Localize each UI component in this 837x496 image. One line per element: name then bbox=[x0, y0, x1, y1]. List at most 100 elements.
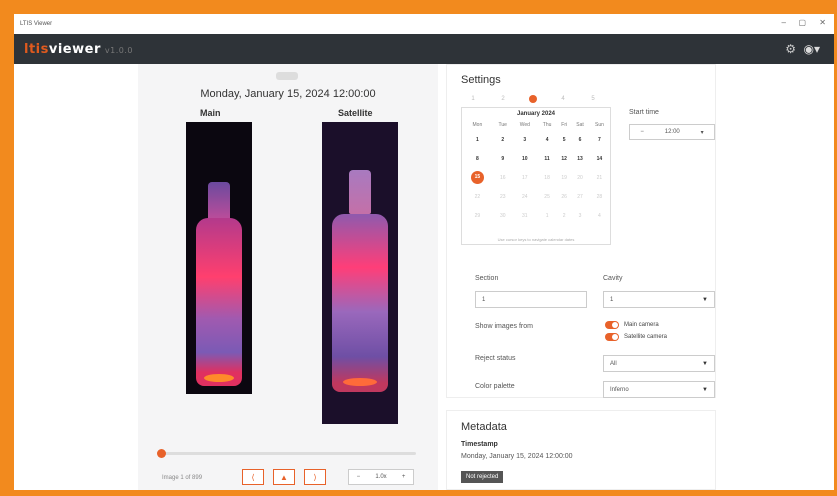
next-button[interactable]: ⟩ bbox=[304, 469, 326, 485]
cavity-select[interactable]: 1 ▼ bbox=[603, 291, 715, 308]
calendar-day[interactable]: 15 bbox=[462, 168, 493, 187]
date-calendar: January 2024 Mon Tue Wed Thu Fri Sat Sun 12345… bbox=[461, 107, 611, 245]
language-icon[interactable]: ◉▾ bbox=[804, 42, 821, 56]
calendar-day[interactable]: 16 bbox=[493, 168, 513, 187]
slider-knob[interactable] bbox=[157, 449, 166, 458]
calendar-day[interactable]: 26 bbox=[557, 187, 571, 206]
step-4[interactable]: 4 bbox=[559, 95, 567, 103]
calendar-day[interactable]: 6 bbox=[571, 130, 589, 149]
color-palette-select[interactable]: Inferno ▼ bbox=[603, 381, 715, 398]
calendar-day[interactable]: 8 bbox=[462, 149, 493, 168]
calendar-day[interactable]: 24 bbox=[513, 187, 537, 206]
main-camera-image[interactable] bbox=[186, 122, 252, 394]
weekday-header: Thu bbox=[542, 122, 552, 128]
calendar-day[interactable]: 2 bbox=[557, 206, 571, 225]
logo-version: v1.0.0 bbox=[104, 45, 133, 55]
prev-button[interactable]: ⟨ bbox=[242, 469, 264, 485]
weekday-header: Sat bbox=[576, 122, 584, 128]
minimize-icon[interactable]: – bbox=[782, 18, 786, 27]
section-input[interactable]: 1 bbox=[475, 291, 587, 308]
chevron-down-icon: ▼ bbox=[702, 296, 708, 303]
satellite-camera-toggle-row[interactable]: Satellite camera bbox=[605, 333, 667, 341]
weekday-header: Fri bbox=[561, 122, 568, 128]
logo-prefix: ltis bbox=[24, 41, 49, 57]
main-camera-label: Main bbox=[200, 108, 221, 118]
image-viewer: Monday, January 15, 2024 12:00:00 Main S… bbox=[138, 64, 438, 490]
step-5[interactable]: 5 bbox=[589, 95, 597, 103]
calendar-day[interactable]: 1 bbox=[462, 130, 493, 149]
section-label: Section bbox=[475, 275, 499, 282]
color-palette-label: Color palette bbox=[475, 383, 515, 390]
app-header: ltisviewer v1.0.0 ⚙ ◉▾ bbox=[14, 34, 834, 64]
calendar-day[interactable]: 2 bbox=[493, 130, 513, 149]
speed-decrease-button[interactable]: − bbox=[357, 474, 361, 480]
satellite-camera-image[interactable] bbox=[322, 122, 398, 424]
weekday-header: Sun bbox=[594, 122, 604, 128]
cavity-value: 1 bbox=[610, 296, 614, 303]
start-time-stepper[interactable]: − 12:00 ▾ bbox=[629, 124, 715, 140]
calendar-day[interactable]: 3 bbox=[513, 130, 537, 149]
calendar-day[interactable]: 19 bbox=[557, 168, 571, 187]
viewer-handle bbox=[276, 72, 298, 80]
calendar-hint: Use cursor keys to navigate calendar dat… bbox=[497, 237, 575, 242]
settings-panel: Settings 1 2 4 5 January 2024 Mon Tue Wed T… bbox=[446, 64, 716, 398]
image-datetime: Monday, January 15, 2024 12:00:00 bbox=[200, 88, 376, 100]
show-images-label: Show images from bbox=[475, 323, 533, 330]
step-1[interactable]: 1 bbox=[469, 95, 477, 103]
calendar-day[interactable]: 7 bbox=[589, 130, 610, 149]
main-camera-toggle-row[interactable]: Main camera bbox=[605, 321, 659, 329]
calendar-day[interactable]: 18 bbox=[537, 168, 557, 187]
chevron-down-icon[interactable]: ▾ bbox=[701, 129, 704, 136]
calendar-day[interactable]: 11 bbox=[537, 149, 557, 168]
weekday-header: Wed bbox=[519, 122, 530, 128]
calendar-month: January 2024 bbox=[516, 111, 556, 117]
calendar-day[interactable]: 1 bbox=[537, 206, 557, 225]
calendar-day[interactable]: 31 bbox=[513, 206, 537, 225]
calendar-day[interactable]: 9 bbox=[493, 149, 513, 168]
chevron-down-icon: ▼ bbox=[702, 386, 708, 393]
close-icon[interactable]: ✕ bbox=[819, 18, 826, 27]
reject-status-label: Reject status bbox=[475, 355, 516, 362]
calendar-day[interactable]: 20 bbox=[571, 168, 589, 187]
image-counter: Image 1 of 899 bbox=[162, 475, 203, 481]
speed-stepper[interactable]: − 1.0x + bbox=[348, 469, 414, 485]
chevron-down-icon: ▼ bbox=[702, 360, 708, 367]
step-3[interactable] bbox=[529, 95, 537, 103]
start-time-label: Start time bbox=[629, 109, 659, 116]
calendar-day[interactable]: 3 bbox=[571, 206, 589, 225]
calendar-day[interactable]: 30 bbox=[493, 206, 513, 225]
calendar-day[interactable]: 27 bbox=[571, 187, 589, 206]
calendar-day[interactable]: 29 bbox=[462, 206, 493, 225]
start-time-decrease[interactable]: − bbox=[640, 129, 644, 135]
calendar-day[interactable]: 4 bbox=[589, 206, 610, 225]
calendar-day[interactable]: 17 bbox=[513, 168, 537, 187]
reject-status-value: All bbox=[610, 360, 617, 367]
play-button[interactable]: ▲ bbox=[273, 469, 295, 485]
calendar-day[interactable]: 13 bbox=[571, 149, 589, 168]
calendar-day[interactable]: 10 bbox=[513, 149, 537, 168]
gear-icon[interactable]: ⚙ bbox=[785, 42, 796, 56]
main-camera-toggle-label: Main camera bbox=[624, 322, 659, 328]
maximize-icon[interactable]: ▢ bbox=[798, 18, 806, 27]
main-camera-toggle[interactable] bbox=[605, 321, 619, 329]
calendar-day[interactable]: 5 bbox=[557, 130, 571, 149]
calendar-day[interactable]: 22 bbox=[462, 187, 493, 206]
calendar-grid: Mon Tue Wed Thu Fri Sat Sun 1 2 3 4 5 6 7 8 9 10 11 12 13 1… bbox=[462, 120, 610, 225]
calendar-day[interactable]: 28 bbox=[589, 187, 610, 206]
calendar-day[interactable]: 23 bbox=[493, 187, 513, 206]
satellite-camera-toggle[interactable] bbox=[605, 333, 619, 341]
cavity-label: Cavity bbox=[603, 275, 623, 282]
speed-increase-button[interactable]: + bbox=[402, 474, 406, 480]
timeline-slider[interactable] bbox=[157, 449, 416, 458]
reject-status-select[interactable]: All ▼ bbox=[603, 355, 715, 372]
calendar-day[interactable]: 21 bbox=[589, 168, 610, 187]
calendar-day[interactable]: 4 bbox=[537, 130, 557, 149]
weekday-header: Tue bbox=[498, 122, 507, 128]
metadata-panel: Metadata Timestamp Monday, January 15, 2… bbox=[446, 410, 716, 490]
calendar-day[interactable]: 25 bbox=[537, 187, 557, 206]
color-palette-value: Inferno bbox=[610, 386, 629, 393]
calendar-day[interactable]: 14 bbox=[589, 149, 610, 168]
calendar-day[interactable]: 12 bbox=[557, 149, 571, 168]
satellite-camera-label: Satellite bbox=[338, 108, 373, 118]
step-2[interactable]: 2 bbox=[499, 95, 507, 103]
